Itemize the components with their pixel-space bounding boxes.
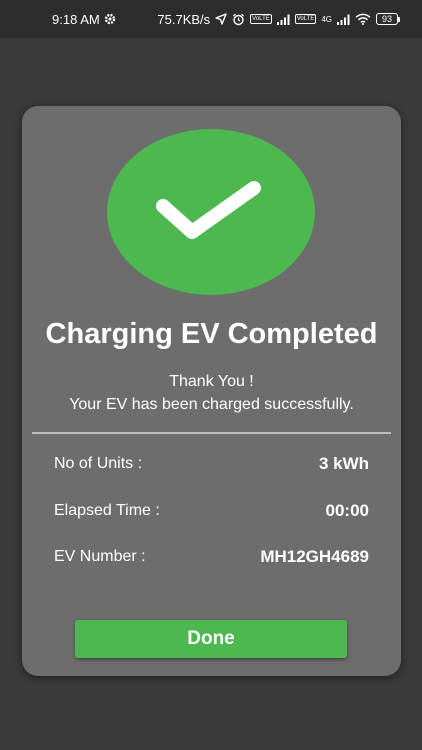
ev-number-label: EV Number :: [54, 548, 146, 565]
status-left: 9:18 AM: [52, 12, 116, 27]
success-message: Your EV has been charged successfully.: [69, 396, 354, 413]
alarm-icon: [232, 13, 245, 26]
location-arrow-icon: [215, 13, 227, 25]
thank-you-message: Thank You !: [169, 373, 254, 390]
detail-row-ev-number: EV Number : MH12GH4689: [54, 545, 369, 569]
units-value: 3 kWh: [318, 454, 369, 473]
elapsed-time-value: 00:00: [325, 501, 369, 520]
status-bar: 9:18 AM 75.7KB/s VoLTE VoLTE 4G 93: [0, 0, 422, 38]
wifi-icon: [355, 13, 371, 25]
check-circle-icon: [107, 129, 315, 295]
dialog-title: Charging EV Completed: [45, 318, 378, 350]
network-speed: 75.7KB/s: [157, 11, 211, 27]
status-time: 9:18 AM: [52, 11, 100, 27]
volte-badge-2: VoLTE: [294, 14, 317, 24]
detail-row-units: No of Units : 3 kWh: [54, 452, 369, 476]
volte-badge-1: VoLTE: [250, 14, 272, 24]
network-type: 4G: [321, 14, 332, 24]
units-label: No of Units :: [54, 455, 143, 472]
status-right: 75.7KB/s VoLTE VoLTE 4G 93: [157, 12, 400, 27]
battery-icon: 93: [376, 13, 400, 25]
gear-icon: [104, 13, 116, 25]
ev-number-value: MH12GH4689: [260, 547, 369, 566]
done-button[interactable]: Done: [75, 620, 347, 658]
signal-icon: [337, 14, 350, 25]
signal-icon: [276, 14, 290, 25]
charging-complete-dialog: Charging EV Completed Thank You ! Your E…: [22, 106, 401, 676]
detail-row-elapsed-time: Elapsed Time : 00:00: [54, 499, 369, 523]
battery-tip: [398, 16, 400, 22]
elapsed-time-label: Elapsed Time :: [54, 502, 160, 519]
divider: [32, 432, 391, 434]
battery-level: 93: [376, 13, 398, 25]
